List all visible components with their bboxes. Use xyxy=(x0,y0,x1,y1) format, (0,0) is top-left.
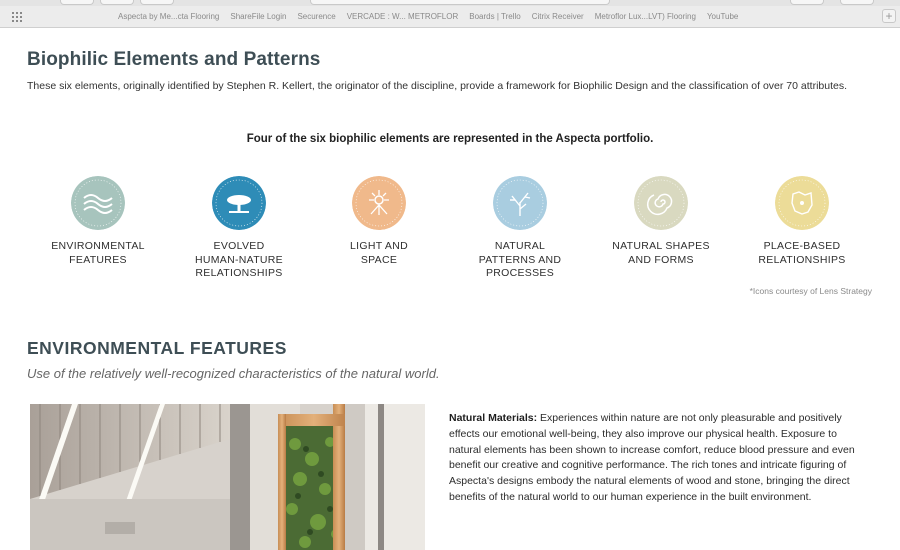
bookmark-youtube[interactable]: YouTube xyxy=(707,12,738,21)
bookmarks-bar: Aspecta by Me...cta Flooring ShareFile L… xyxy=(0,6,900,28)
element-place-based: PLACE-BASED RELATIONSHIPS xyxy=(732,176,872,267)
sun-icon-bg xyxy=(352,176,406,230)
bookmark-sharefile[interactable]: ShareFile Login xyxy=(230,12,286,21)
section-subtitle: Use of the relatively well-recognized ch… xyxy=(27,366,440,381)
element-label: NATURAL SHAPES AND FORMS xyxy=(612,240,710,266)
element-label: PLACE-BASED RELATIONSHIPS xyxy=(758,240,846,266)
map-icon xyxy=(775,176,829,230)
tabs-button[interactable] xyxy=(840,0,874,5)
portfolio-subhead: Four of the six biophilic elements are r… xyxy=(246,133,654,145)
sun-icon xyxy=(352,176,406,230)
forward-button[interactable] xyxy=(100,0,134,5)
bookmark-securence[interactable]: Securence xyxy=(297,12,335,21)
natural-materials-label: Natural Materials: xyxy=(449,412,538,424)
bookmark-citrix[interactable]: Citrix Receiver xyxy=(532,12,584,21)
sidebar-button[interactable] xyxy=(140,0,174,5)
element-environmental-features: ENVIRONMENTAL FEATURES xyxy=(28,176,168,267)
element-evolved-human-nature: EVOLVED HUMAN-NATURE RELATIONSHIPS xyxy=(169,176,309,281)
share-button[interactable] xyxy=(790,0,824,5)
interior-photo xyxy=(30,404,425,550)
icons-credit: *Icons courtesy of Lens Strategy xyxy=(749,286,872,296)
tree-icon xyxy=(212,176,266,230)
section-title: ENVIRONMENTAL FEATURES xyxy=(27,338,287,358)
spiral-icon-bg xyxy=(634,176,688,230)
element-label: EVOLVED HUMAN-NATURE RELATIONSHIPS xyxy=(195,240,283,279)
element-label: ENVIRONMENTAL FEATURES xyxy=(51,240,145,266)
apps-grid-icon[interactable] xyxy=(12,11,22,22)
element-natural-patterns: NATURAL PATTERNS AND PROCESSES xyxy=(450,176,590,281)
page-title: Biophilic Elements and Patterns xyxy=(27,49,321,70)
back-button[interactable] xyxy=(60,0,94,5)
bookmark-trello[interactable]: Boards | Trello xyxy=(469,12,520,21)
spiral-icon xyxy=(634,176,688,230)
element-light-and-space: LIGHT AND SPACE xyxy=(309,176,449,267)
new-tab-button[interactable]: + xyxy=(882,9,896,23)
address-bar[interactable] xyxy=(310,0,610,5)
natural-materials-text: Natural Materials: Experiences within na… xyxy=(449,411,869,506)
element-label: NATURAL PATTERNS AND PROCESSES xyxy=(478,240,562,279)
bookmark-vercade[interactable]: VERCADE : W... METROFLOR xyxy=(347,12,459,21)
bookmark-aspecta[interactable]: Aspecta by Me...cta Flooring xyxy=(118,12,219,21)
branch-icon xyxy=(493,176,547,230)
waves-icon xyxy=(71,176,125,230)
element-label: LIGHT AND SPACE xyxy=(350,240,408,266)
natural-materials-body: Experiences within nature are not only p… xyxy=(449,412,855,503)
intro-paragraph: These six elements, originally identifie… xyxy=(27,80,848,92)
element-natural-shapes: NATURAL SHAPES AND FORMS xyxy=(591,176,731,267)
bookmark-metroflor[interactable]: Metroflor Lux...LVT) Flooring xyxy=(595,12,696,21)
